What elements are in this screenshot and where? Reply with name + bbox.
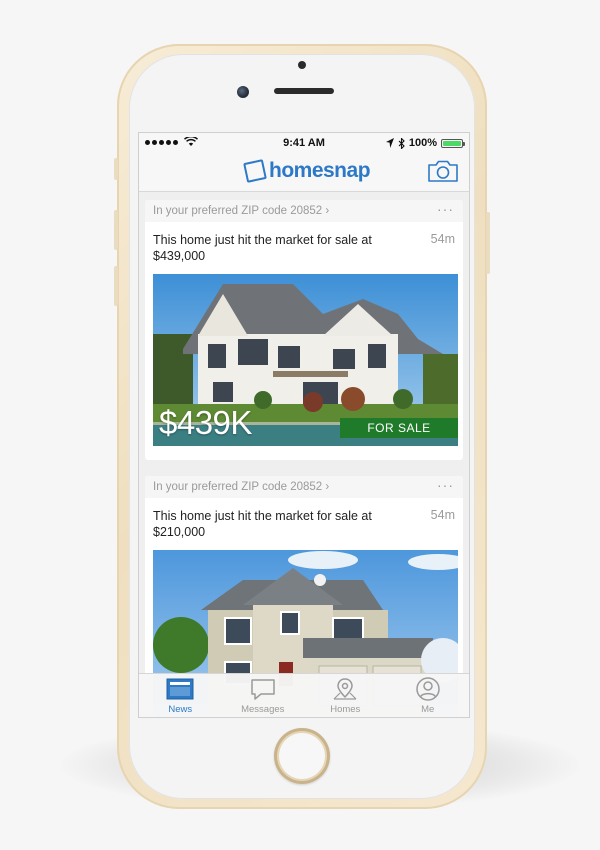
price-overlay: $439K [159,404,252,441]
for-sale-badge: FOR SALE [340,418,458,438]
zip-code-link[interactable]: In your preferred ZIP code 20852 › [153,481,329,493]
tab-me[interactable]: Me [387,674,470,717]
app-screen: 9:41 AM 100% homesnap In your preferred … [138,132,470,718]
status-right: 100% [385,137,465,149]
tab-label: Messages [241,704,285,715]
listing-headline: This home just hit the market for sale a… [153,509,372,539]
battery-percent: 100% [408,137,437,149]
map-pin-icon [333,678,357,700]
more-options-icon[interactable]: ··· [437,477,454,493]
bluetooth-icon [398,137,405,149]
volume-up-button [114,210,118,250]
logo-mark-icon [243,159,267,183]
news-icon [166,678,194,700]
news-feed: In your preferred ZIP code 20852 › ··· T… [139,192,469,717]
listing-age: 54m [430,508,455,522]
power-button [486,212,490,274]
tab-label: News [168,704,193,715]
tab-messages[interactable]: Messages [222,674,305,717]
earpiece-speaker [274,88,334,94]
card-header: In your preferred ZIP code 20852 › ··· [145,476,463,498]
proximity-sensor [298,61,306,69]
tab-label: Homes [330,704,361,715]
zip-code-link[interactable]: In your preferred ZIP code 20852 › [153,205,329,217]
battery-icon [441,138,465,148]
tab-news[interactable]: News [139,674,222,717]
messages-icon [251,679,275,700]
camera-icon[interactable] [427,159,459,183]
listing-card[interactable]: In your preferred ZIP code 20852 › ··· T… [145,200,463,460]
status-bar: 9:41 AM 100% [139,133,469,153]
nav-bar: homesnap [139,153,469,192]
logo-text: homesnap [269,159,371,182]
homesnap-logo: homesnap [243,159,371,183]
card-header: In your preferred ZIP code 20852 › ··· [145,200,463,222]
listing-photo[interactable]: $439K FOR SALE [153,274,458,446]
card-body: This home just hit the market for sale a… [145,222,463,460]
tab-homes[interactable]: Homes [304,674,387,717]
mute-switch [114,158,118,180]
volume-down-button [114,266,118,306]
location-arrow-icon [385,138,394,148]
home-button[interactable] [274,728,330,784]
tab-bar: News Messages Homes Me [139,673,469,717]
front-camera [237,86,249,98]
tab-label: Me [421,704,435,715]
listing-age: 54m [430,232,455,246]
person-icon [416,677,440,701]
more-options-icon[interactable]: ··· [437,201,454,217]
listing-headline: This home just hit the market for sale a… [153,233,372,263]
